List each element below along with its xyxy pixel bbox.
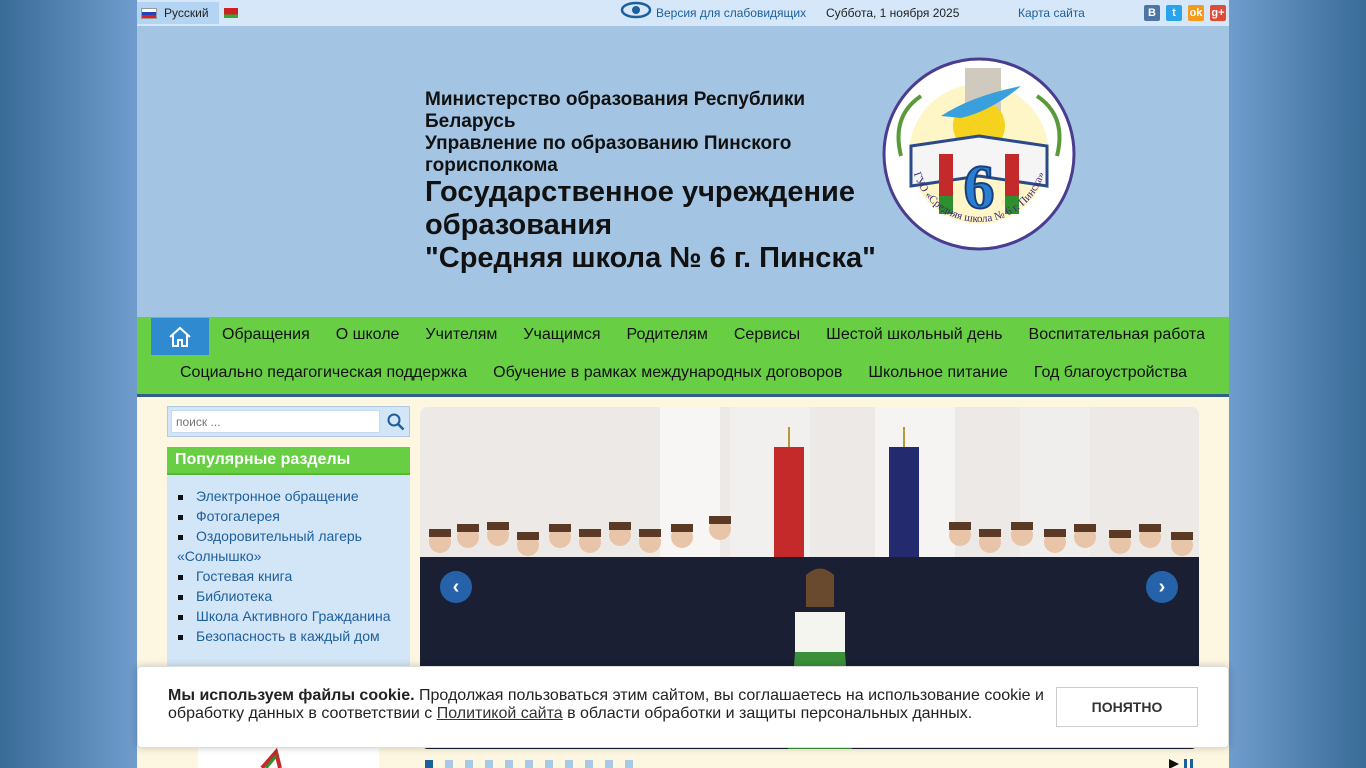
twitter-icon[interactable]: t: [1166, 5, 1182, 21]
popular-sections-list: Электронное обращение Фотогалерея Оздоро…: [177, 486, 403, 646]
search-button[interactable]: [381, 407, 410, 436]
slider-pagination: [425, 760, 633, 768]
popular-sections-title: Популярные разделы: [167, 447, 410, 475]
cookie-banner: Мы используем файлы cookie. Продолжая по…: [137, 666, 1229, 748]
nav-item-services[interactable]: Сервисы: [734, 326, 800, 344]
department-name: Управление по образованию Пинского горис…: [425, 133, 792, 176]
search-icon: [387, 413, 404, 430]
sidebar-banner-image[interactable]: [198, 747, 379, 768]
search-box: [167, 406, 410, 437]
school-title-line1: Государственное учреждение образования: [425, 176, 855, 241]
main-navigation: Обращения О школе Учителям Учащимся Роди…: [137, 317, 1229, 397]
popular-item-guestbook[interactable]: Гостевая книга: [177, 566, 403, 586]
slider-dot[interactable]: [445, 760, 453, 768]
slider-dot[interactable]: [485, 760, 493, 768]
ministry-name: Министерство образования Республики Бела…: [425, 89, 806, 132]
popular-item-safety[interactable]: Безопасность в каждый дом: [177, 626, 403, 646]
nav-item-social-support[interactable]: Социально педагогическая поддержка: [180, 364, 467, 382]
nav-item-international[interactable]: Обучение в рамках международных договоро…: [493, 364, 842, 382]
language-label: Русский: [164, 6, 209, 20]
cookie-accept-button[interactable]: ПОНЯТНО: [1056, 687, 1198, 727]
page-container: Русский Версия для слабовидящих Суббота,…: [137, 0, 1229, 768]
google-plus-icon[interactable]: g+: [1210, 5, 1226, 21]
slider-play-icon[interactable]: [1169, 759, 1179, 768]
slider-dot[interactable]: [585, 760, 593, 768]
top-bar: Русский Версия для слабовидящих Суббота,…: [137, 0, 1229, 26]
slider-dot[interactable]: [525, 760, 533, 768]
ministry-title: Министерство образования Республики Бела…: [425, 89, 845, 177]
home-icon: [169, 326, 191, 347]
nav-item-teachers[interactable]: Учителям: [425, 326, 497, 344]
school-title-line2: "Средняя школа № 6 г. Пинска": [425, 242, 876, 274]
nav-item-parents[interactable]: Родителям: [627, 326, 708, 344]
popular-item-gallery[interactable]: Фотогалерея: [177, 506, 403, 526]
popular-sections-panel: Электронное обращение Фотогалерея Оздоро…: [167, 475, 410, 667]
social-links: В t ok g+: [1144, 5, 1226, 21]
language-selector-ru[interactable]: Русский: [137, 2, 219, 24]
site-policy-link[interactable]: Политикой сайта: [437, 705, 563, 722]
popular-item-library[interactable]: Библиотека: [177, 586, 403, 606]
slider-dot[interactable]: [425, 760, 433, 768]
nav-item-appeals[interactable]: Обращения: [222, 326, 310, 344]
popular-item-camp[interactable]: Оздоровительный лагерь «Солнышко»: [177, 526, 403, 566]
nav-item-about[interactable]: О школе: [336, 326, 400, 344]
eye-icon[interactable]: [620, 1, 652, 19]
nav-item-upbringing[interactable]: Воспитательная работа: [1029, 326, 1205, 344]
slider-dot[interactable]: [465, 760, 473, 768]
logo-number: 6: [964, 154, 995, 222]
current-date: Суббота, 1 ноября 2025: [826, 6, 960, 20]
odnoklassniki-icon[interactable]: ok: [1188, 5, 1204, 21]
nav-item-students[interactable]: Учащимся: [523, 326, 600, 344]
slider-dot[interactable]: [505, 760, 513, 768]
popular-item-active-citizen[interactable]: Школа Активного Гражданина: [177, 606, 403, 626]
nav-row-2: Социально педагогическая поддержка Обуче…: [180, 364, 1213, 382]
slider-dot[interactable]: [605, 760, 613, 768]
popular-item-e-appeal[interactable]: Электронное обращение: [177, 486, 403, 506]
cookie-message: Мы используем файлы cookie. Продолжая по…: [168, 687, 1048, 723]
slider-dot[interactable]: [625, 760, 633, 768]
slider-pause-icon[interactable]: [1184, 759, 1193, 768]
nav-item-sixth-day[interactable]: Шестой школьный день: [826, 326, 1002, 344]
search-input[interactable]: [171, 410, 380, 433]
nav-item-school-meals[interactable]: Школьное питание: [868, 364, 1007, 382]
slider-dot[interactable]: [545, 760, 553, 768]
nav-row-1: Обращения О школе Учителям Учащимся Роди…: [222, 326, 1231, 344]
cookie-message-bold: Мы используем файлы cookie.: [168, 687, 415, 704]
cookie-message-text2: в области обработки и защиты персональны…: [562, 705, 973, 722]
slider-prev-button[interactable]: ‹: [440, 571, 472, 603]
site-header: Министерство образования Республики Бела…: [137, 26, 1229, 317]
russia-flag-icon: [141, 7, 157, 19]
vk-icon[interactable]: В: [1144, 5, 1160, 21]
school-title: Государственное учреждение образования "…: [425, 176, 895, 275]
nav-home-button[interactable]: [151, 318, 209, 355]
slider-next-button[interactable]: ›: [1146, 571, 1178, 603]
slider-dot[interactable]: [565, 760, 573, 768]
low-vision-link[interactable]: Версия для слабовидящих: [656, 6, 806, 20]
nav-item-improvement-year[interactable]: Год благоустройства: [1034, 364, 1187, 382]
school-logo[interactable]: 6 ГУО «Средняя школа № 6 г. Пинска»: [881, 56, 1077, 252]
sitemap-link[interactable]: Карта сайта: [1018, 6, 1085, 20]
belarus-flag-icon[interactable]: [224, 8, 238, 18]
